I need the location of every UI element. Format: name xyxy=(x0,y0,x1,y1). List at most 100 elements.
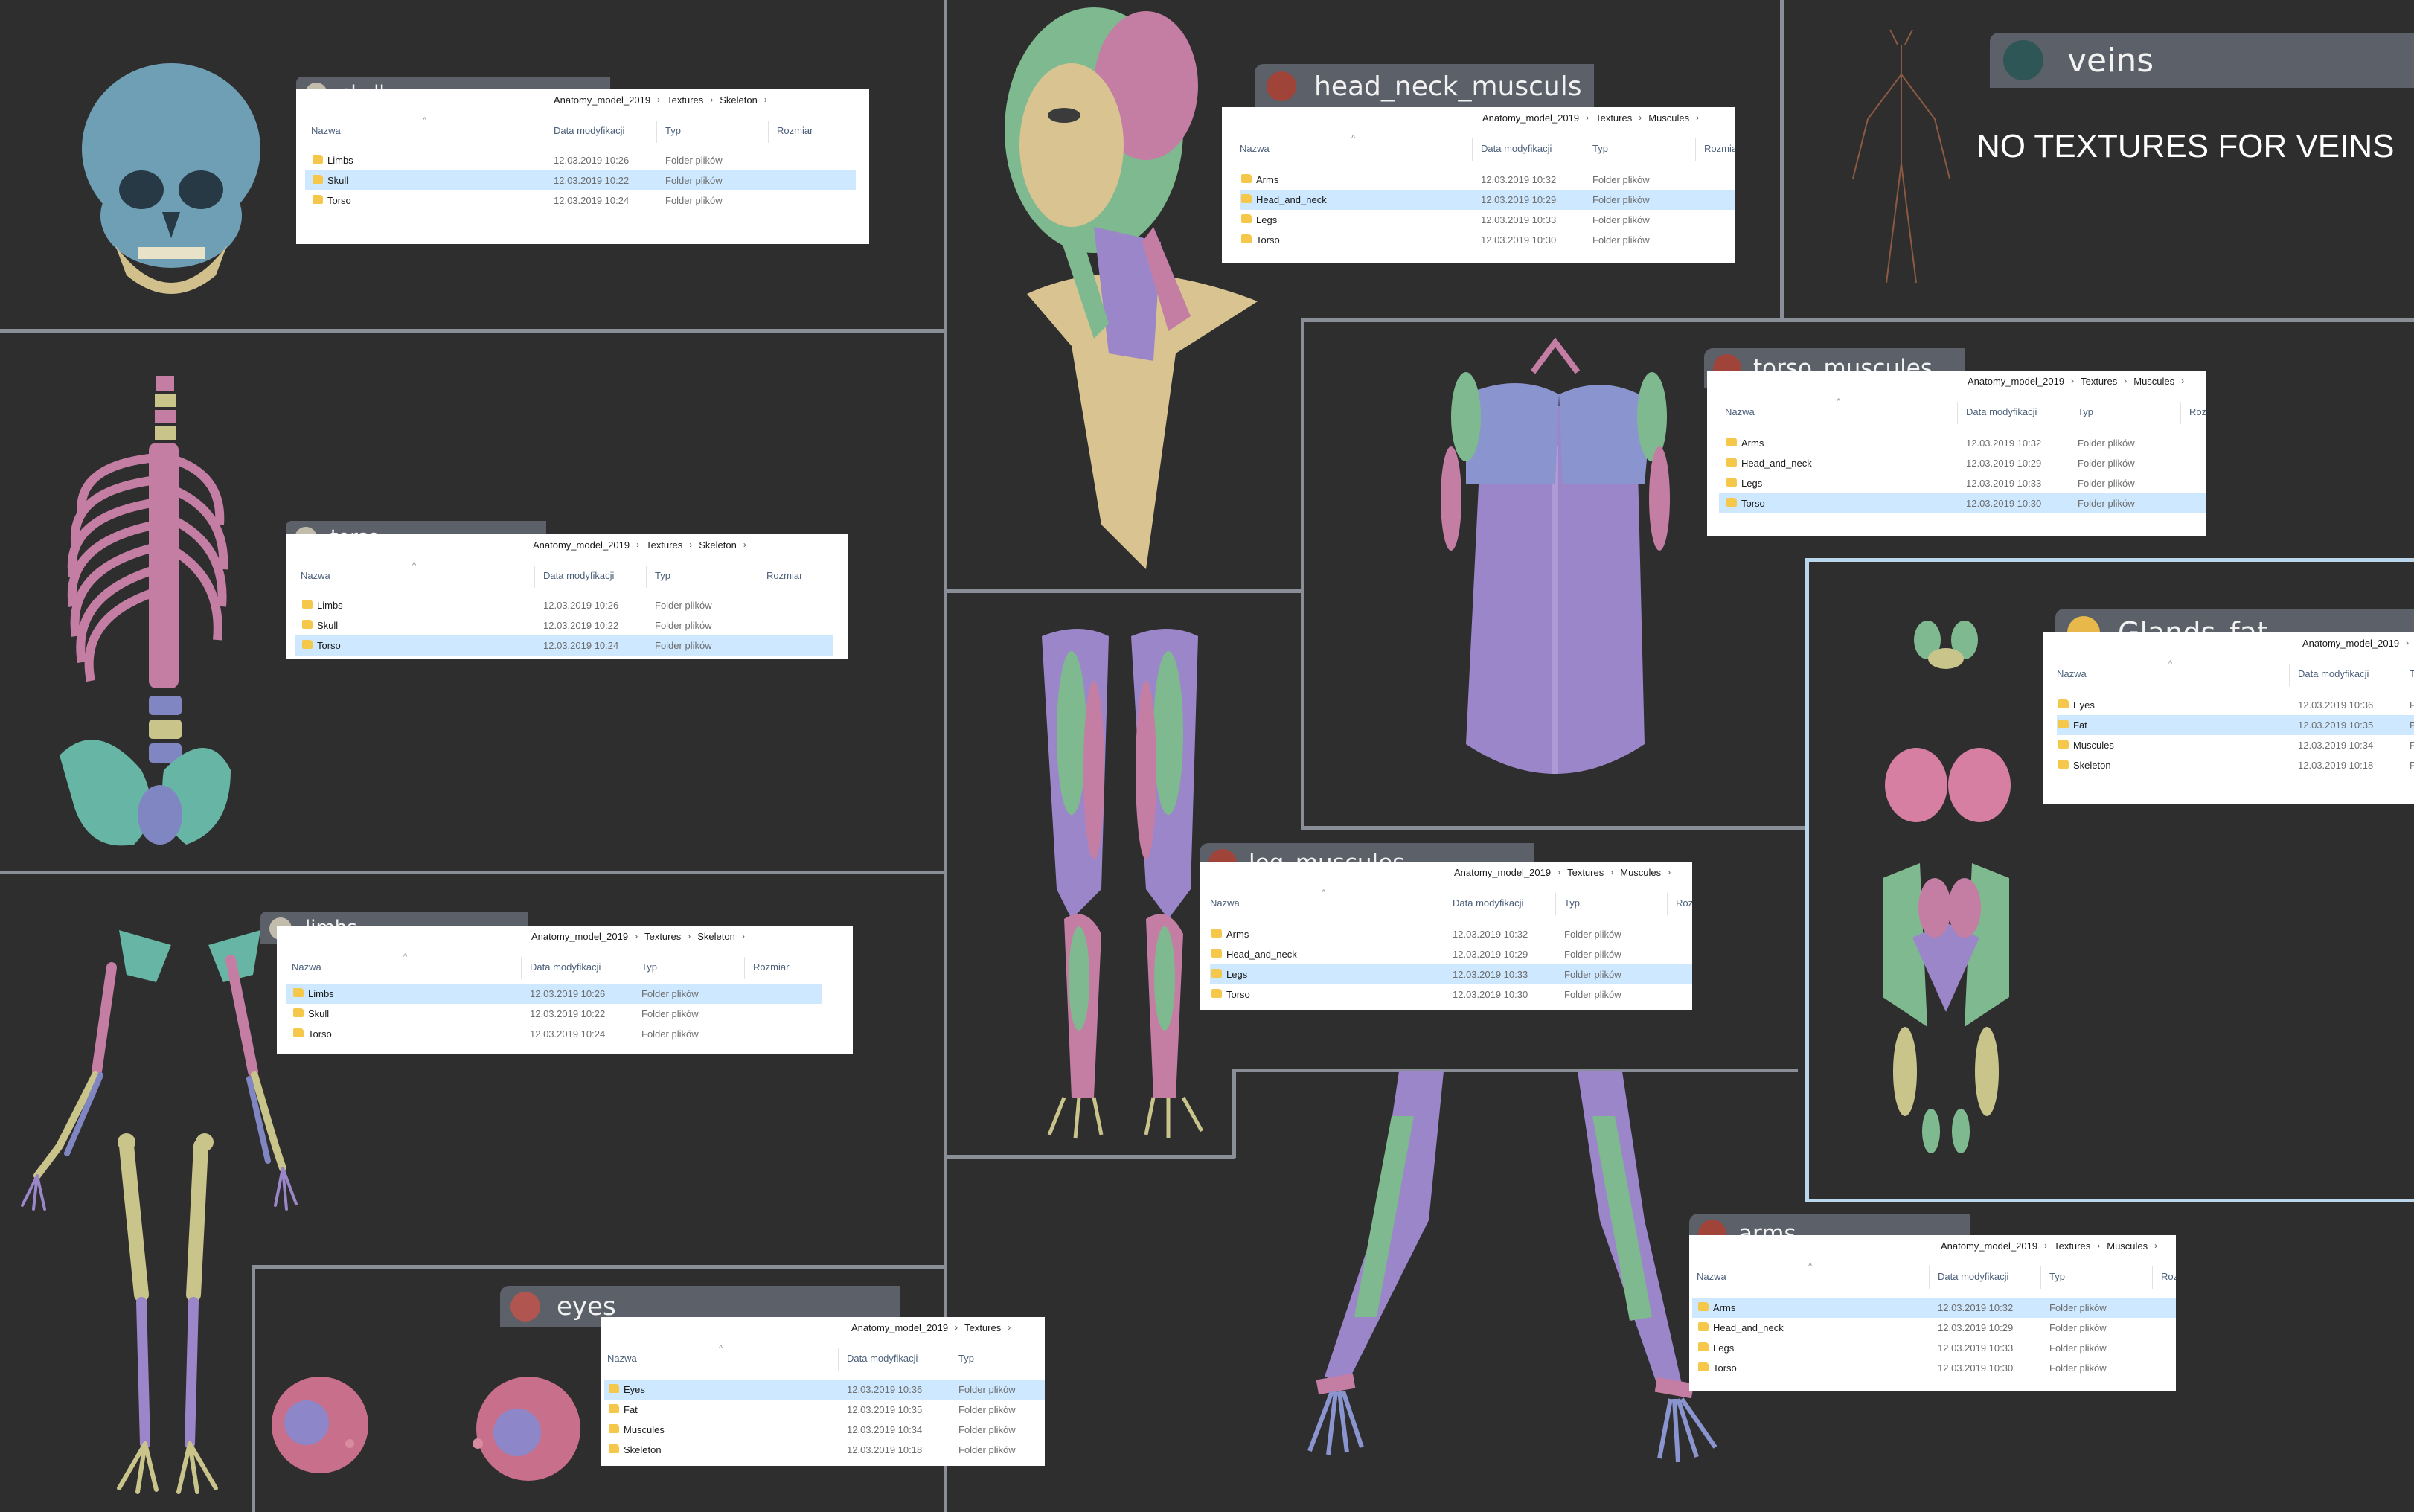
breadcrumb-item[interactable]: Muscules xyxy=(1648,112,1689,124)
folder-row[interactable]: Muscules 12.03.2019 10:34 F xyxy=(2057,735,2414,755)
folder-row[interactable]: Torso 12.03.2019 10:24 Folder plików xyxy=(305,190,856,211)
folder-row[interactable]: Fat 12.03.2019 10:35 F xyxy=(2057,715,2414,735)
folder-row[interactable]: Muscules 12.03.2019 10:34 Folder plików xyxy=(604,1420,1045,1440)
column-separator[interactable] xyxy=(534,566,535,588)
column-header-type[interactable]: Typ xyxy=(2410,668,2414,679)
breadcrumb-item[interactable]: Muscules xyxy=(1620,867,1661,878)
breadcrumb-item[interactable]: Textures xyxy=(2054,1240,2090,1252)
column-separator[interactable] xyxy=(656,121,657,143)
breadcrumb-item[interactable]: Muscules xyxy=(2133,376,2174,387)
breadcrumb-item[interactable]: Textures xyxy=(1567,867,1604,878)
column-separator[interactable] xyxy=(2180,402,2181,424)
column-separator[interactable] xyxy=(2152,1266,2153,1289)
column-header-date[interactable]: Data modyfikacji xyxy=(1966,406,2037,417)
column-header-type[interactable]: Typ xyxy=(2078,406,2093,417)
column-header-name[interactable]: Nazwa xyxy=(1725,406,1755,417)
panel-header-head-neck[interactable]: head_neck_musculs xyxy=(1255,64,1594,109)
folder-row[interactable]: Eyes 12.03.2019 10:36 F xyxy=(2057,695,2414,715)
column-separator[interactable] xyxy=(2040,1266,2041,1289)
breadcrumb-item[interactable]: Anatomy_model_2019 xyxy=(1482,112,1579,124)
column-header-date[interactable]: Data modyfikacji xyxy=(1481,143,1552,154)
folder-row[interactable]: Arms 12.03.2019 10:32 Folder plików xyxy=(1692,1298,2176,1318)
folder-row[interactable]: Skeleton 12.03.2019 10:18 Folder plików xyxy=(604,1440,1045,1460)
column-separator[interactable] xyxy=(1472,138,1473,161)
column-header-date[interactable]: Data modyfikacji xyxy=(2298,668,2369,679)
breadcrumb-item[interactable]: Anatomy_model_2019 xyxy=(531,931,628,942)
column-header-size[interactable]: Rozmiar xyxy=(766,570,802,581)
column-separator[interactable] xyxy=(768,121,769,143)
folder-row[interactable]: Legs 12.03.2019 10:33 Folder plików xyxy=(1240,210,1735,230)
folder-row[interactable]: Torso 12.03.2019 10:30 Folder plików xyxy=(1692,1358,2176,1378)
folder-row[interactable]: Torso 12.03.2019 10:24 Folder plików xyxy=(286,1024,822,1044)
column-header-type[interactable]: Typ xyxy=(665,125,681,136)
column-header-type[interactable]: Typ xyxy=(655,570,670,581)
column-header-size[interactable]: Rozmiar xyxy=(2189,406,2206,417)
column-header-date[interactable]: Data modyfikacji xyxy=(554,125,624,136)
breadcrumb-item[interactable]: Textures xyxy=(964,1322,1001,1333)
breadcrumb-item[interactable]: Skeleton xyxy=(720,94,758,106)
folder-row[interactable]: Arms 12.03.2019 10:32 Folder plików xyxy=(1210,924,1692,944)
column-separator[interactable] xyxy=(838,1348,839,1371)
folder-row[interactable]: Limbs 12.03.2019 10:26 Folder plików xyxy=(305,150,856,170)
folder-row[interactable]: Head_and_neck 12.03.2019 10:29 Folder plik… xyxy=(1719,453,2206,473)
column-separator[interactable] xyxy=(521,957,522,979)
column-separator[interactable] xyxy=(1695,138,1696,161)
column-header-name[interactable]: Nazwa xyxy=(292,961,321,973)
column-header-type[interactable]: Typ xyxy=(1564,897,1580,909)
folder-row[interactable]: Legs 12.03.2019 10:33 Folder plików xyxy=(1210,964,1692,984)
folder-row[interactable]: Eyes 12.03.2019 10:36 Folder plików xyxy=(604,1380,1045,1400)
panel-header-veins[interactable]: veins xyxy=(1990,33,2414,88)
column-header-date[interactable]: Data modyfikacji xyxy=(1938,1271,2008,1282)
folder-row[interactable]: Skull 12.03.2019 10:22 Folder plików xyxy=(305,170,856,190)
column-header-type[interactable]: Typ xyxy=(958,1353,974,1364)
breadcrumb-item[interactable]: Anatomy_model_2019 xyxy=(533,539,630,551)
breadcrumb-item[interactable]: Anatomy_model_2019 xyxy=(1941,1240,2037,1252)
folder-row[interactable]: Head_and_neck 12.03.2019 10:29 Folder plik… xyxy=(1210,944,1692,964)
column-header-size[interactable]: Rozmiar xyxy=(2161,1271,2176,1282)
breadcrumb-item[interactable]: Textures xyxy=(646,539,682,551)
column-separator[interactable] xyxy=(646,566,647,588)
column-header-name[interactable]: Nazwa xyxy=(311,125,341,136)
breadcrumb-item[interactable]: Textures xyxy=(1595,112,1632,124)
column-header-date[interactable]: Data modyfikacji xyxy=(1453,897,1523,909)
folder-row[interactable]: Limbs 12.03.2019 10:26 Folder plików xyxy=(286,984,822,1004)
column-header-date[interactable]: Data modyfikacji xyxy=(543,570,614,581)
column-header-size[interactable]: Rozmiar xyxy=(1676,897,1692,909)
breadcrumb-item[interactable]: Anatomy_model_2019 xyxy=(851,1322,948,1333)
breadcrumb-item[interactable]: Skeleton xyxy=(697,931,735,942)
breadcrumb-item[interactable]: Muscules xyxy=(2107,1240,2148,1252)
column-separator[interactable] xyxy=(1667,893,1668,915)
column-header-size[interactable]: Rozmiar xyxy=(1704,143,1735,154)
column-header-date[interactable]: Data modyfikacji xyxy=(530,961,601,973)
folder-row[interactable]: Legs 12.03.2019 10:33 Folder plików xyxy=(1692,1338,2176,1358)
folder-row[interactable]: Skull 12.03.2019 10:22 Folder plików xyxy=(295,615,833,635)
column-header-name[interactable]: Nazwa xyxy=(1240,143,1270,154)
folder-row[interactable]: Fat 12.03.2019 10:35 Folder plików xyxy=(604,1400,1045,1420)
column-header-size[interactable]: Rozmiar xyxy=(777,125,813,136)
folder-row[interactable]: Limbs 12.03.2019 10:26 Folder plików xyxy=(295,595,833,615)
breadcrumb-item[interactable]: Anatomy_model_2019 xyxy=(1454,867,1551,878)
column-header-type[interactable]: Typ xyxy=(2049,1271,2065,1282)
folder-row[interactable]: Arms 12.03.2019 10:32 Folder plików xyxy=(1240,170,1735,190)
column-header-name[interactable]: Nazwa xyxy=(301,570,330,581)
folder-row[interactable]: Torso 12.03.2019 10:30 Folder plików xyxy=(1210,984,1692,1005)
column-separator[interactable] xyxy=(1929,1266,1930,1289)
folder-row[interactable]: Skeleton 12.03.2019 10:18 F xyxy=(2057,755,2414,775)
folder-row[interactable]: Head_and_neck 12.03.2019 10:29 Folder plik… xyxy=(1240,190,1735,210)
column-header-type[interactable]: Typ xyxy=(1592,143,1608,154)
folder-row[interactable]: Head_and_neck 12.03.2019 10:29 Folder plik… xyxy=(1692,1318,2176,1338)
column-separator[interactable] xyxy=(2289,664,2290,686)
breadcrumb-item[interactable]: Anatomy_model_2019 xyxy=(1968,376,2064,387)
column-header-type[interactable]: Typ xyxy=(641,961,657,973)
column-separator[interactable] xyxy=(744,957,745,979)
breadcrumb-item[interactable]: Anatomy_model_2019 xyxy=(2302,638,2399,649)
folder-row[interactable]: Torso 12.03.2019 10:30 Folder plików xyxy=(1240,230,1735,250)
breadcrumb-item[interactable]: Textures xyxy=(644,931,681,942)
column-separator[interactable] xyxy=(1957,402,1958,424)
folder-row[interactable]: Arms 12.03.2019 10:32 Folder plików xyxy=(1719,433,2206,453)
column-header-name[interactable]: Nazwa xyxy=(2057,668,2087,679)
column-header-name[interactable]: Nazwa xyxy=(1210,897,1240,909)
folder-row[interactable]: Torso 12.03.2019 10:24 Folder plików xyxy=(295,635,833,656)
breadcrumb-item[interactable]: Textures xyxy=(2081,376,2117,387)
column-header-date[interactable]: Data modyfikacji xyxy=(847,1353,918,1364)
